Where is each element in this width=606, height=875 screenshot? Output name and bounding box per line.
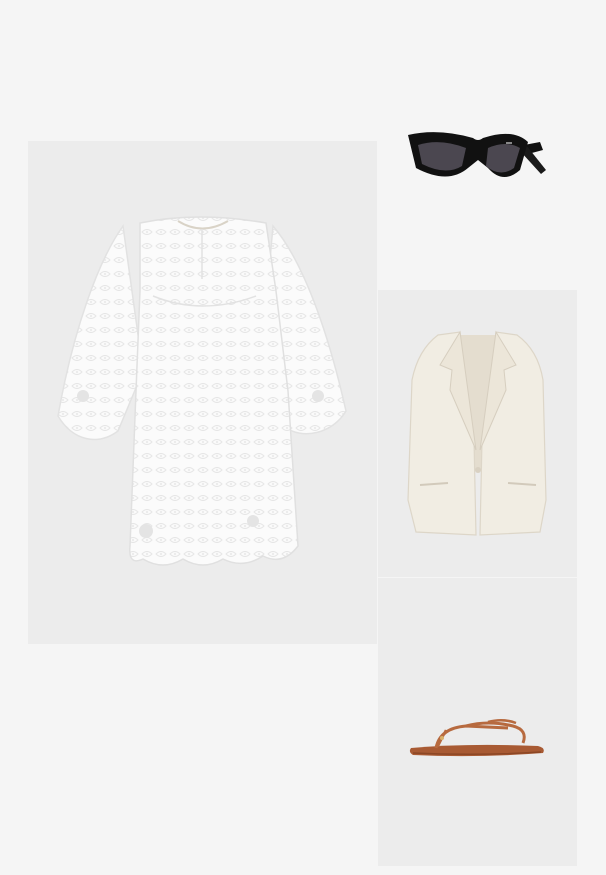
vest-icon: [407, 330, 547, 536]
product-tile-dress[interactable]: [28, 141, 377, 644]
dress-icon: [57, 216, 347, 566]
product-tile-vest[interactable]: [378, 290, 577, 577]
outfit-board: [0, 0, 606, 875]
product-tile-sandal[interactable]: [378, 578, 577, 866]
product-tile-sunglasses[interactable]: [378, 90, 578, 290]
sandal-icon: [409, 719, 544, 757]
sunglasses-icon: [408, 132, 546, 178]
